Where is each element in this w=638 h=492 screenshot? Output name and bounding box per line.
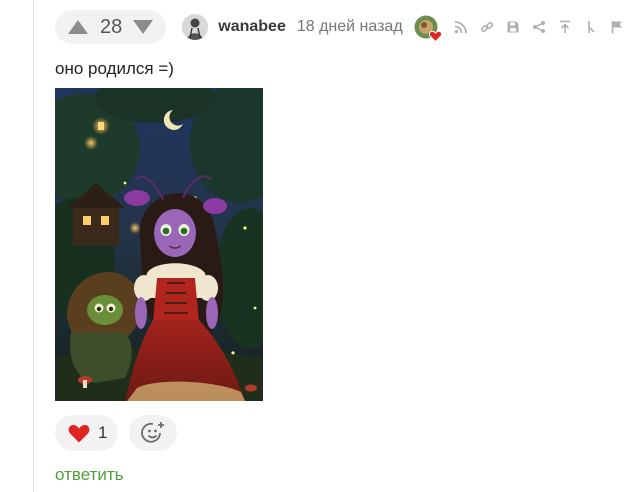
rss-icon[interactable] bbox=[448, 14, 474, 40]
downvote-button[interactable] bbox=[132, 10, 154, 44]
heart-badge-icon bbox=[428, 30, 442, 42]
add-reaction-button[interactable] bbox=[129, 415, 178, 451]
comment-header: 28 wanabee 18 дней назад bbox=[55, 9, 630, 45]
reactions-bar: 1 bbox=[55, 415, 178, 451]
rating-count: 28 bbox=[100, 15, 123, 38]
triangle-down-icon bbox=[133, 20, 154, 34]
link-icon[interactable] bbox=[474, 14, 500, 40]
share-icon[interactable] bbox=[526, 14, 552, 40]
upvote-button[interactable] bbox=[67, 10, 89, 44]
author-avatar[interactable] bbox=[182, 14, 209, 40]
comment-timestamp[interactable]: 18 дней назад bbox=[297, 18, 403, 36]
smiley-plus-icon bbox=[141, 422, 165, 443]
triangle-up-icon bbox=[68, 20, 88, 34]
thread-line bbox=[33, 0, 34, 492]
reply-link[interactable]: ответить bbox=[55, 465, 124, 485]
arrow-up-icon[interactable] bbox=[552, 14, 578, 40]
award-badge[interactable] bbox=[414, 15, 442, 42]
like-count: 1 bbox=[98, 423, 108, 442]
comment-text: оно родился =) bbox=[55, 59, 174, 78]
like-button[interactable]: 1 bbox=[55, 415, 119, 451]
flag-icon[interactable] bbox=[604, 14, 630, 40]
comment-image[interactable] bbox=[55, 88, 263, 401]
save-icon[interactable] bbox=[500, 14, 526, 40]
comment-actions bbox=[448, 14, 630, 40]
branch-icon[interactable] bbox=[578, 14, 604, 40]
heart-icon bbox=[68, 424, 90, 442]
vote-widget: 28 bbox=[55, 10, 167, 44]
author-name[interactable]: wanabee bbox=[218, 18, 286, 36]
